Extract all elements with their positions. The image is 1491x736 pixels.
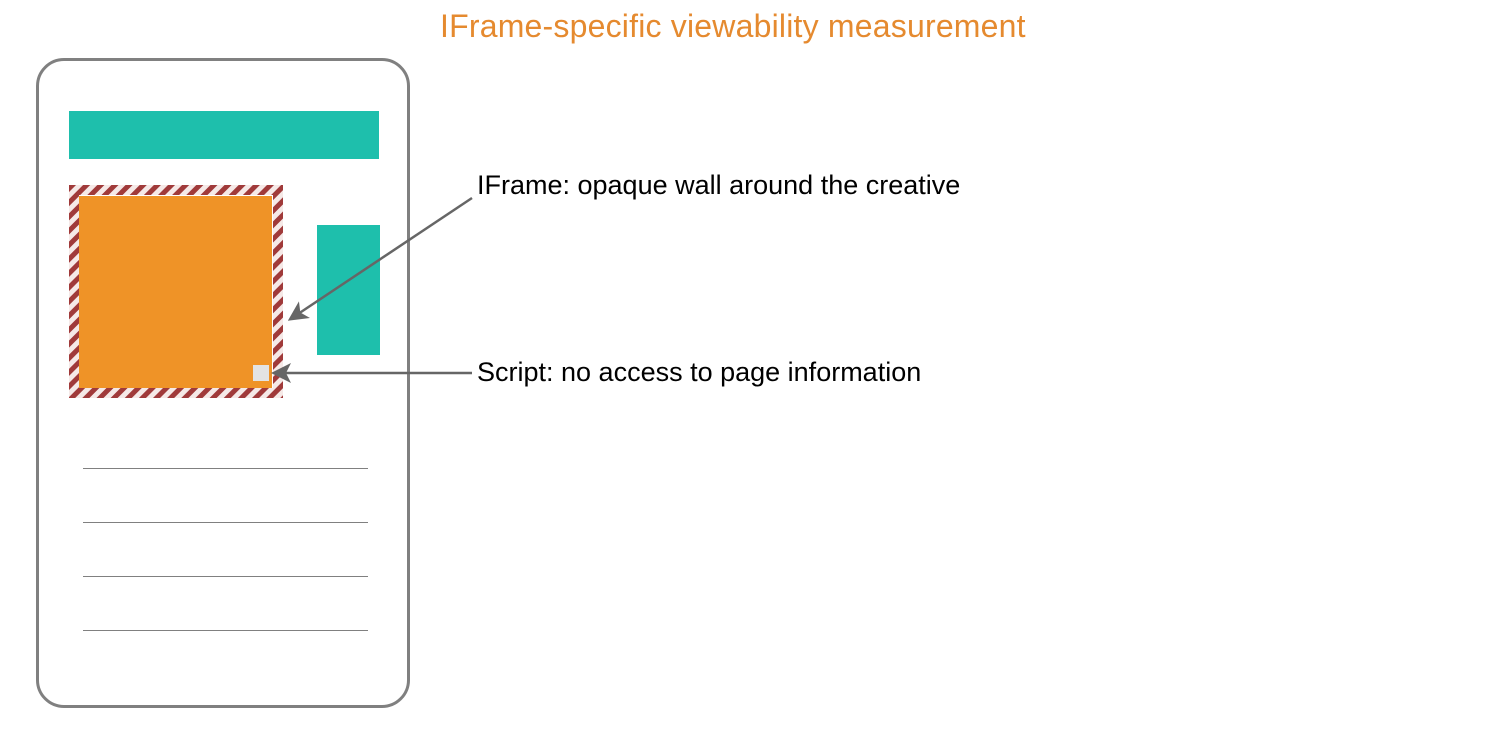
annotation-iframe: IFrame: opaque wall around the creative	[477, 170, 960, 201]
page-text-line	[83, 576, 368, 577]
page-sidebar-block	[317, 225, 380, 355]
page-text-line	[83, 522, 368, 523]
annotation-script: Script: no access to page information	[477, 357, 921, 388]
page-text-line	[83, 468, 368, 469]
diagram-title: IFrame-specific viewability measurement	[440, 8, 1026, 45]
page-header-banner	[69, 111, 379, 159]
script-indicator	[253, 365, 269, 381]
phone-outline	[36, 58, 410, 708]
ad-creative-block	[79, 196, 272, 388]
page-text-line	[83, 630, 368, 631]
